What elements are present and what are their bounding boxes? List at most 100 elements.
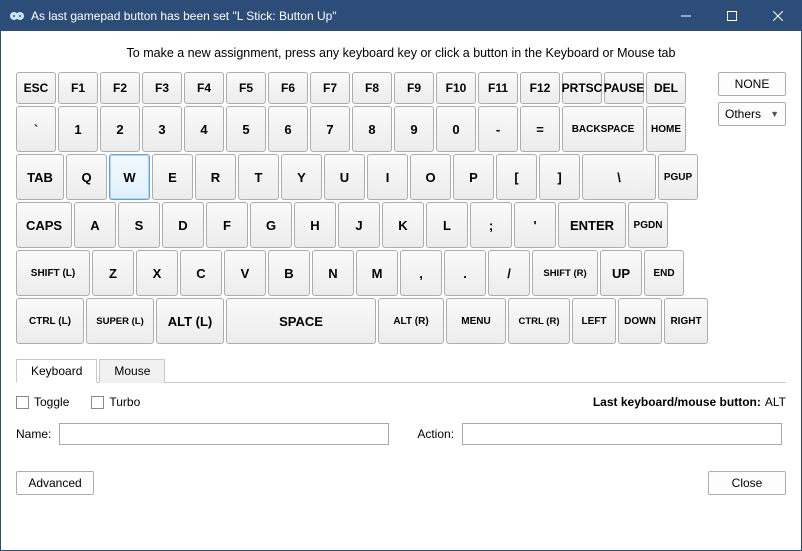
key-prtsc[interactable]: PRTSC xyxy=(562,72,602,104)
key-x[interactable]: X xyxy=(136,250,178,296)
toggle-checkbox[interactable]: Toggle xyxy=(16,395,69,409)
key-0[interactable]: 0 xyxy=(436,106,476,152)
key-left[interactable]: LEFT xyxy=(572,298,616,344)
title-bar: As last gamepad button has been set "L S… xyxy=(1,1,801,31)
key-end[interactable]: END xyxy=(644,250,684,296)
key-f3[interactable]: F3 xyxy=(142,72,182,104)
key-h[interactable]: H xyxy=(294,202,336,248)
minimize-button[interactable] xyxy=(663,1,709,31)
key-4[interactable]: 4 xyxy=(184,106,224,152)
key-pause[interactable]: PAUSE xyxy=(604,72,644,104)
key-f[interactable]: F xyxy=(206,202,248,248)
key-enter[interactable]: ENTER xyxy=(558,202,626,248)
key-[interactable]: \ xyxy=(582,154,656,200)
key-i[interactable]: I xyxy=(367,154,408,200)
key-shift-r[interactable]: SHIFT (R) xyxy=(532,250,598,296)
key-b[interactable]: B xyxy=(268,250,310,296)
tab-mouse[interactable]: Mouse xyxy=(99,359,165,383)
key-f6[interactable]: F6 xyxy=(268,72,308,104)
key-a[interactable]: A xyxy=(74,202,116,248)
key-[interactable]: - xyxy=(478,106,518,152)
key-[interactable]: ; xyxy=(470,202,512,248)
key-f2[interactable]: F2 xyxy=(100,72,140,104)
key-right[interactable]: RIGHT xyxy=(664,298,708,344)
key-alt-r[interactable]: ALT (R) xyxy=(378,298,444,344)
key-j[interactable]: J xyxy=(338,202,380,248)
key-[interactable]: = xyxy=(520,106,560,152)
key-[interactable]: / xyxy=(488,250,530,296)
key-[interactable]: , xyxy=(400,250,442,296)
key-f1[interactable]: F1 xyxy=(58,72,98,104)
key-e[interactable]: E xyxy=(152,154,193,200)
key-f4[interactable]: F4 xyxy=(184,72,224,104)
key-k[interactable]: K xyxy=(382,202,424,248)
key-[interactable]: [ xyxy=(496,154,537,200)
key-shift-l[interactable]: SHIFT (L) xyxy=(16,250,90,296)
key-o[interactable]: O xyxy=(410,154,451,200)
name-input[interactable] xyxy=(59,423,389,445)
key-1[interactable]: 1 xyxy=(58,106,98,152)
key-f7[interactable]: F7 xyxy=(310,72,350,104)
key-3[interactable]: 3 xyxy=(142,106,182,152)
key-u[interactable]: U xyxy=(324,154,365,200)
key-home[interactable]: HOME xyxy=(646,106,686,152)
key-7[interactable]: 7 xyxy=(310,106,350,152)
key-[interactable]: . xyxy=(444,250,486,296)
key-5[interactable]: 5 xyxy=(226,106,266,152)
others-dropdown[interactable]: Others ▼ xyxy=(718,102,786,126)
key-l[interactable]: L xyxy=(426,202,468,248)
close-button[interactable]: Close xyxy=(708,471,786,495)
key-down[interactable]: DOWN xyxy=(618,298,662,344)
key-caps[interactable]: CAPS xyxy=(16,202,72,248)
key-n[interactable]: N xyxy=(312,250,354,296)
key-2[interactable]: 2 xyxy=(100,106,140,152)
key-f12[interactable]: F12 xyxy=(520,72,560,104)
key-[interactable]: ` xyxy=(16,106,56,152)
key-z[interactable]: Z xyxy=(92,250,134,296)
key-ctrl-l[interactable]: CTRL (L) xyxy=(16,298,84,344)
close-window-button[interactable] xyxy=(755,1,801,31)
key-backspace[interactable]: BACKSPACE xyxy=(562,106,644,152)
key-8[interactable]: 8 xyxy=(352,106,392,152)
key-esc[interactable]: ESC xyxy=(16,72,56,104)
key-d[interactable]: D xyxy=(162,202,204,248)
key-9[interactable]: 9 xyxy=(394,106,434,152)
key-r[interactable]: R xyxy=(195,154,236,200)
key-c[interactable]: C xyxy=(180,250,222,296)
key-y[interactable]: Y xyxy=(281,154,322,200)
key-f11[interactable]: F11 xyxy=(478,72,518,104)
key-v[interactable]: V xyxy=(224,250,266,296)
key-tab[interactable]: TAB xyxy=(16,154,64,200)
key-w[interactable]: W xyxy=(109,154,150,200)
key-menu[interactable]: MENU xyxy=(446,298,506,344)
key-alt-l[interactable]: ALT (L) xyxy=(156,298,224,344)
keyboard-row: CAPSASDFGHJKL;'ENTERPGDN xyxy=(16,202,708,248)
key-f10[interactable]: F10 xyxy=(436,72,476,104)
chevron-down-icon: ▼ xyxy=(770,109,779,119)
turbo-checkbox[interactable]: Turbo xyxy=(91,395,140,409)
advanced-button[interactable]: Advanced xyxy=(16,471,94,495)
key-space[interactable]: SPACE xyxy=(226,298,376,344)
none-button[interactable]: NONE xyxy=(718,72,786,96)
key-q[interactable]: Q xyxy=(66,154,107,200)
key-up[interactable]: UP xyxy=(600,250,642,296)
action-input[interactable] xyxy=(462,423,782,445)
tab-keyboard[interactable]: Keyboard xyxy=(16,359,97,383)
key-p[interactable]: P xyxy=(453,154,494,200)
maximize-button[interactable] xyxy=(709,1,755,31)
key-del[interactable]: DEL xyxy=(646,72,686,104)
key-f9[interactable]: F9 xyxy=(394,72,434,104)
key-ctrl-r[interactable]: CTRL (R) xyxy=(508,298,570,344)
key-t[interactable]: T xyxy=(238,154,279,200)
key-f8[interactable]: F8 xyxy=(352,72,392,104)
key-[interactable]: ' xyxy=(514,202,556,248)
key-m[interactable]: M xyxy=(356,250,398,296)
key-pgup[interactable]: PGUP xyxy=(658,154,698,200)
key-g[interactable]: G xyxy=(250,202,292,248)
key-f5[interactable]: F5 xyxy=(226,72,266,104)
key-6[interactable]: 6 xyxy=(268,106,308,152)
key-[interactable]: ] xyxy=(539,154,580,200)
key-super-l[interactable]: SUPER (L) xyxy=(86,298,154,344)
key-pgdn[interactable]: PGDN xyxy=(628,202,668,248)
key-s[interactable]: S xyxy=(118,202,160,248)
